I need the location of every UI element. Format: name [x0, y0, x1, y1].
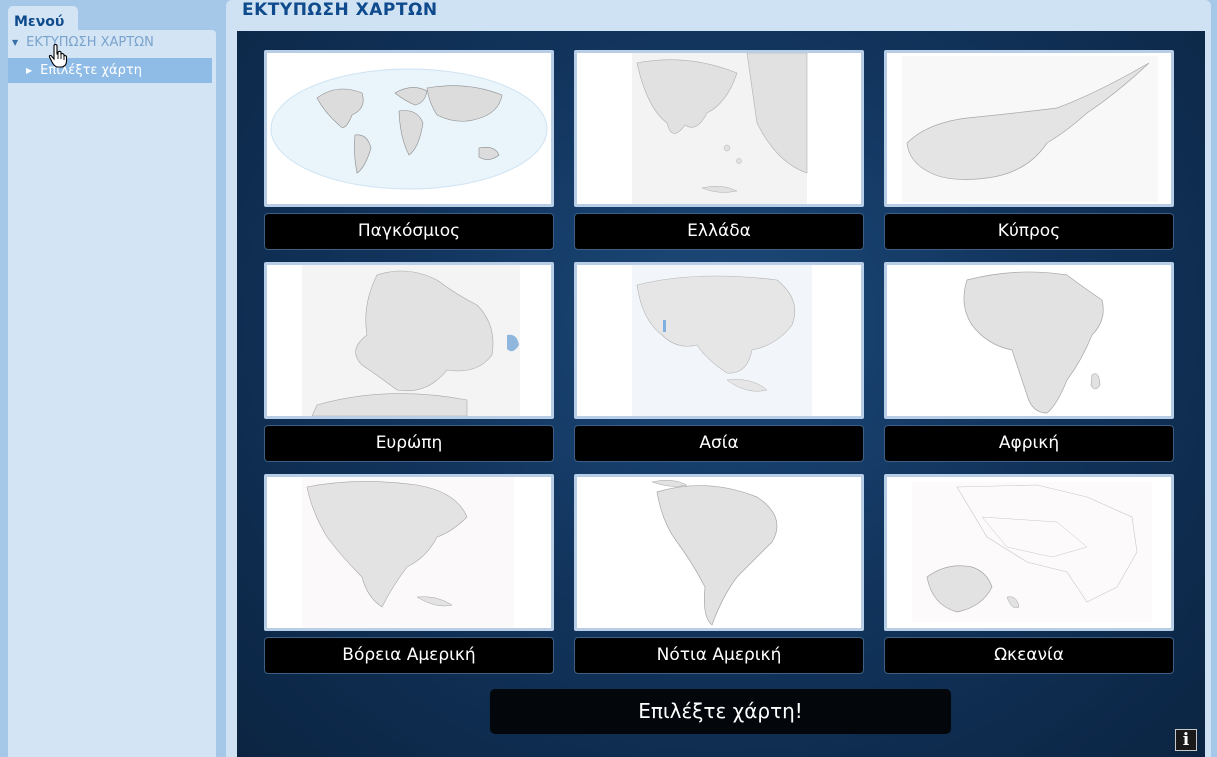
map-thumbnail[interactable]	[574, 474, 864, 631]
map-label[interactable]: Κύπρος	[884, 213, 1174, 250]
map-card-cyprus[interactable]: Κύπρος	[884, 50, 1174, 252]
map-thumbnail[interactable]	[884, 474, 1174, 631]
map-card-greece[interactable]: Ελλάδα	[574, 50, 864, 252]
triangle-down-icon[interactable]: ▼	[12, 38, 18, 47]
tree-item-print-maps[interactable]: ▼ ΕΚΤΥΠΩΣΗ ΧΑΡΤΩΝ	[12, 35, 154, 50]
map-grid: Παγκόσμιος Ελλάδα Κύπρος Ευρώπη Ασία Αφρ…	[264, 50, 1174, 676]
map-card-oceania[interactable]: Ωκεανία	[884, 474, 1174, 676]
select-map-button[interactable]: Επιλέξτε χάρτη!	[490, 689, 951, 734]
map-thumbnail[interactable]	[884, 50, 1174, 207]
map-thumbnail[interactable]	[574, 262, 864, 419]
hand-cursor-icon	[48, 44, 68, 68]
map-label[interactable]: Ασία	[574, 425, 864, 462]
map-label[interactable]: Νότια Αμερική	[574, 637, 864, 674]
map-card-north-america[interactable]: Βόρεια Αμερική	[264, 474, 554, 676]
page-title: ΕΚΤΥΠΩΣΗ ΧΑΡΤΩΝ	[242, 0, 438, 20]
map-label[interactable]: Βόρεια Αμερική	[264, 637, 554, 674]
menu-tab[interactable]: Μενού	[8, 6, 78, 32]
map-thumbnail[interactable]	[574, 50, 864, 207]
map-card-south-america[interactable]: Νότια Αμερική	[574, 474, 864, 676]
map-thumbnail[interactable]	[884, 262, 1174, 419]
map-thumbnail[interactable]	[264, 262, 554, 419]
map-label[interactable]: Αφρική	[884, 425, 1174, 462]
map-card-africa[interactable]: Αφρική	[884, 262, 1174, 464]
map-thumbnail[interactable]	[264, 50, 554, 207]
sidebar-menu: ▼ ΕΚΤΥΠΩΣΗ ΧΑΡΤΩΝ ▶ Επιλέξτε χάρτη	[8, 30, 216, 757]
map-label[interactable]: Ελλάδα	[574, 213, 864, 250]
triangle-right-icon: ▶	[26, 66, 33, 75]
main-panel: ΕΚΤΥΠΩΣΗ ΧΑΡΤΩΝ Παγκόσμιος Ελλάδα Κύπρος…	[226, 0, 1211, 757]
map-card-europe[interactable]: Ευρώπη	[264, 262, 554, 464]
map-label[interactable]: Ευρώπη	[264, 425, 554, 462]
map-thumbnail[interactable]	[264, 474, 554, 631]
map-label[interactable]: Ωκεανία	[884, 637, 1174, 674]
tree-item-select-map[interactable]: ▶ Επιλέξτε χάρτη	[8, 58, 212, 83]
menu-tab-label: Μενού	[14, 14, 65, 30]
map-selection-stage: Παγκόσμιος Ελλάδα Κύπρος Ευρώπη Ασία Αφρ…	[237, 31, 1205, 757]
map-card-asia[interactable]: Ασία	[574, 262, 864, 464]
tree-item-label: ΕΚΤΥΠΩΣΗ ΧΑΡΤΩΝ	[26, 35, 154, 50]
map-card-world[interactable]: Παγκόσμιος	[264, 50, 554, 252]
info-icon[interactable]: i	[1175, 729, 1197, 751]
map-label[interactable]: Παγκόσμιος	[264, 213, 554, 250]
